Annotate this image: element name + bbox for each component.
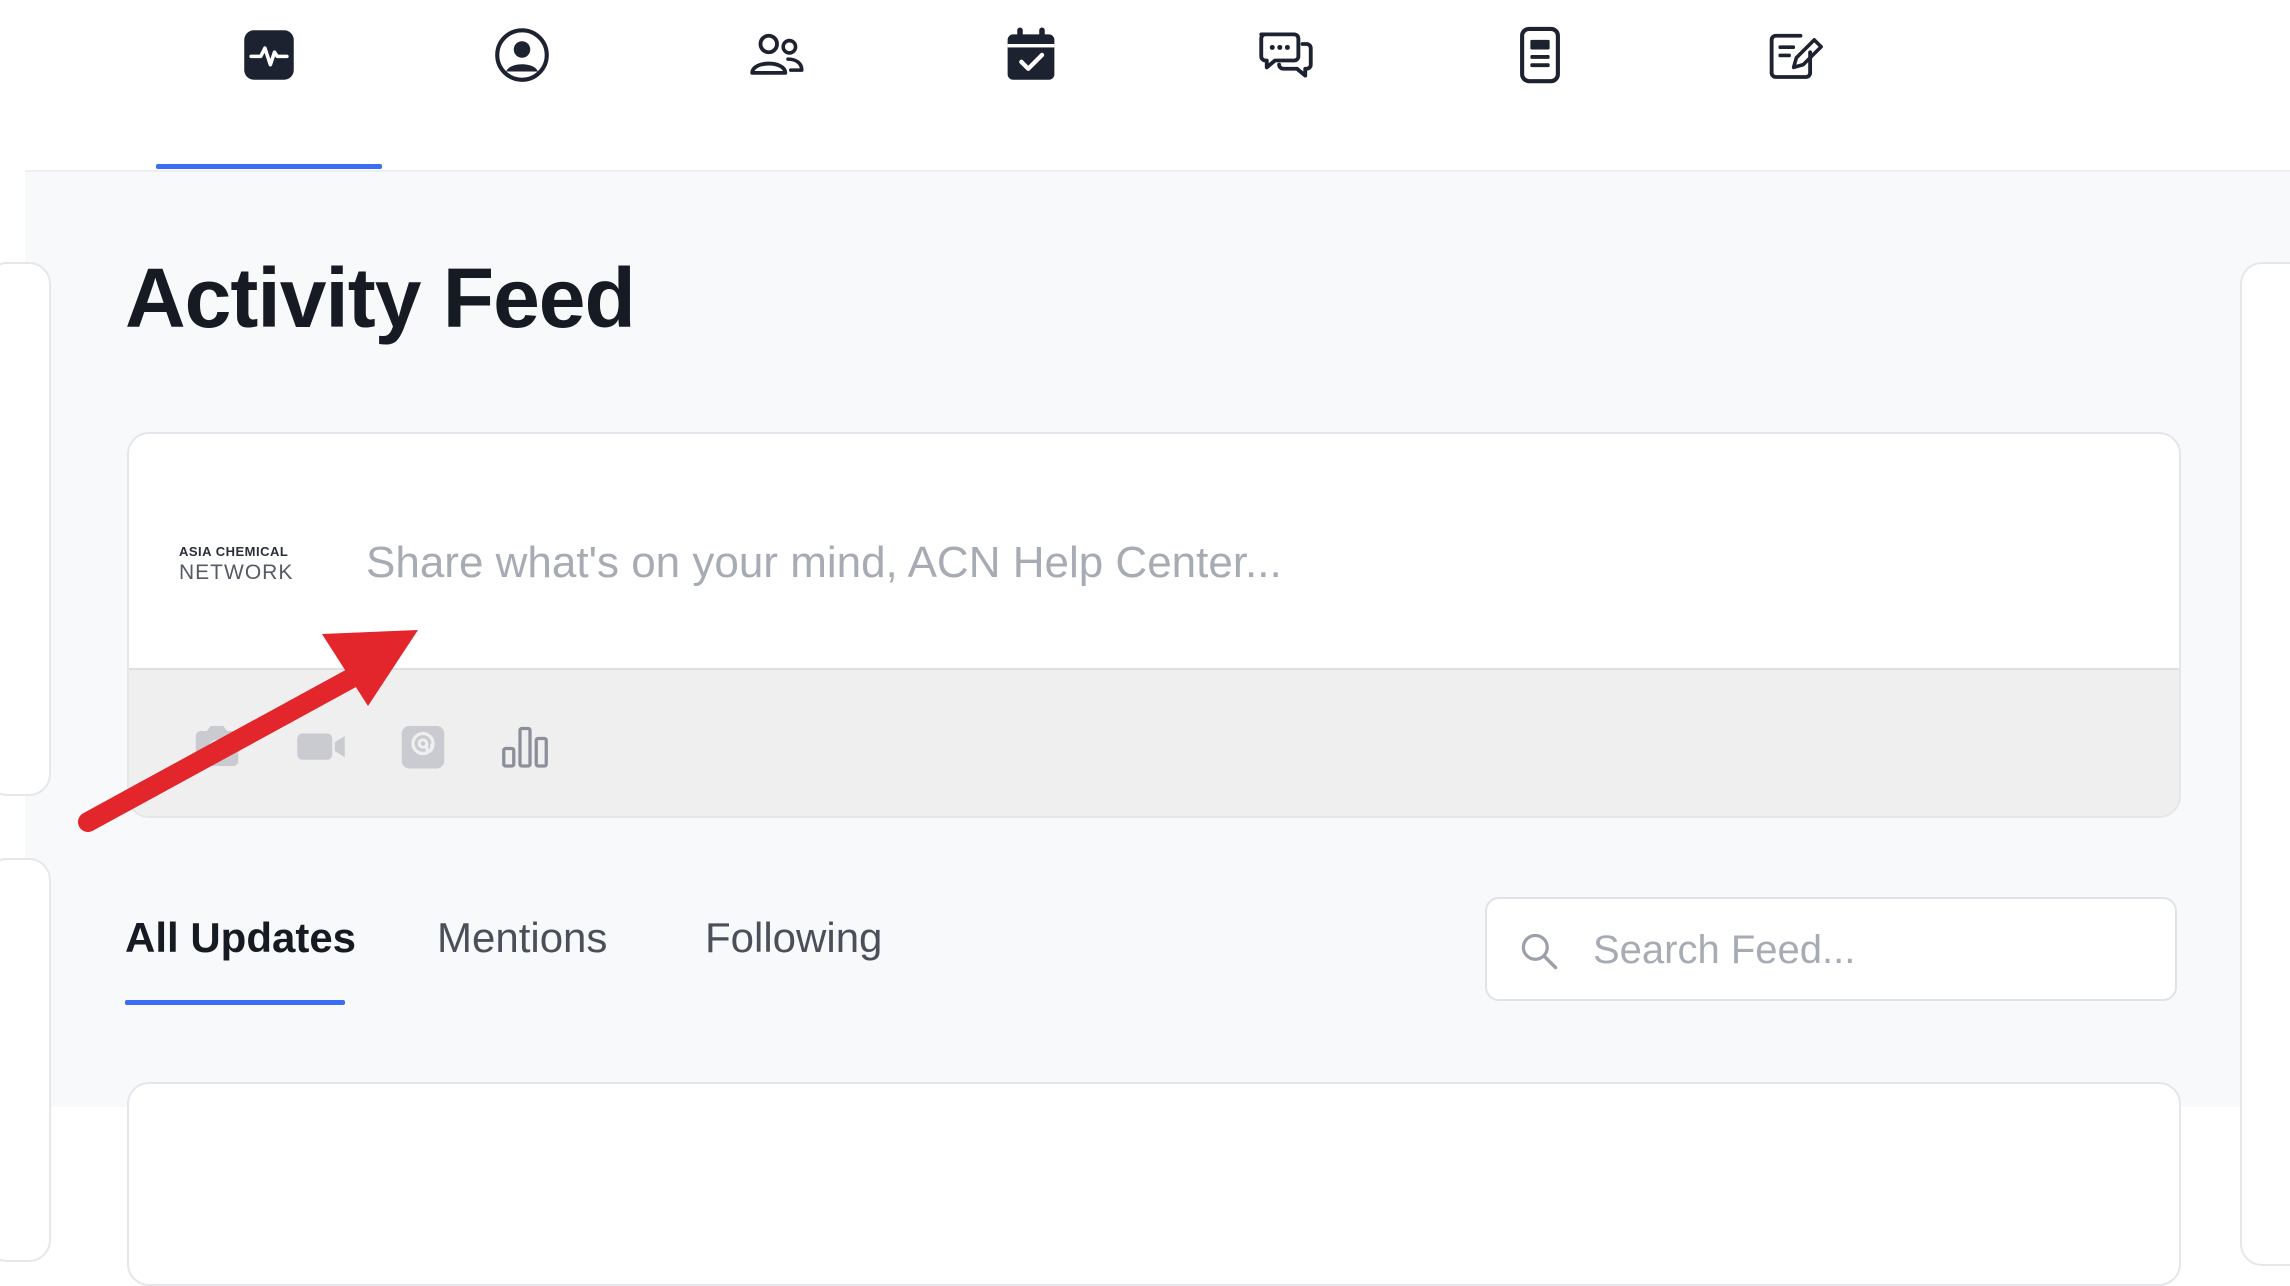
search-icon: [1521, 933, 1558, 970]
left-side-panel-lower: [0, 858, 51, 1262]
camera-icon: [195, 726, 239, 766]
feed-post-card: [127, 1082, 2181, 1286]
active-tab-indicator: [125, 1000, 345, 1005]
nav-active-indicator: [156, 164, 382, 169]
nav-activity[interactable]: [156, 0, 382, 110]
add-poll-button[interactable]: [493, 714, 557, 778]
add-attachment-button[interactable]: [391, 714, 455, 778]
right-side-panel: [2240, 262, 2290, 1266]
nav-messages[interactable]: [1173, 0, 1399, 110]
search-feed-input[interactable]: [1591, 913, 2155, 987]
nav-documents[interactable]: [1427, 0, 1653, 110]
calendar-check-icon: [1007, 27, 1055, 80]
logo-text-line1: ASIA CHEMICAL: [179, 543, 289, 559]
composer-toolbar: [129, 668, 2179, 816]
left-side-panel: [0, 262, 51, 796]
post-composer: ASIA CHEMICAL NETWORK: [127, 432, 2181, 818]
main-content: Activity Feed ASIA CHEMICAL NETWORK Shar…: [0, 170, 2290, 1286]
document-icon: [1520, 26, 1560, 84]
tab-all-updates[interactable]: All Updates: [125, 914, 356, 994]
top-navigation: [0, 0, 2290, 170]
nav-connections[interactable]: [664, 0, 890, 110]
users-icon: [750, 33, 804, 75]
company-logo: ASIA CHEMICAL NETWORK: [179, 534, 319, 594]
tab-following[interactable]: Following: [705, 914, 882, 994]
nav-events[interactable]: [918, 0, 1144, 110]
page-title: Activity Feed: [125, 251, 636, 345]
search-feed-box: [1485, 897, 2177, 1001]
user-circle-icon: [495, 28, 549, 82]
poll-chart-icon: [502, 726, 548, 768]
logo-text-line2: NETWORK: [179, 560, 294, 584]
nav-profile[interactable]: [409, 0, 635, 110]
chat-bubbles-icon: [1259, 32, 1313, 78]
add-video-button[interactable]: [289, 714, 353, 778]
activity-pulse-icon: [244, 30, 294, 80]
share-post-input[interactable]: [364, 522, 2128, 604]
nav-forms[interactable]: [1682, 0, 1908, 110]
composer-input-area: ASIA CHEMICAL NETWORK: [129, 434, 2179, 668]
edit-note-icon: [1769, 33, 1823, 79]
attachment-icon: [401, 726, 445, 769]
add-photo-button[interactable]: [185, 714, 249, 778]
tab-mentions[interactable]: Mentions: [437, 914, 607, 994]
video-icon: [297, 733, 345, 760]
